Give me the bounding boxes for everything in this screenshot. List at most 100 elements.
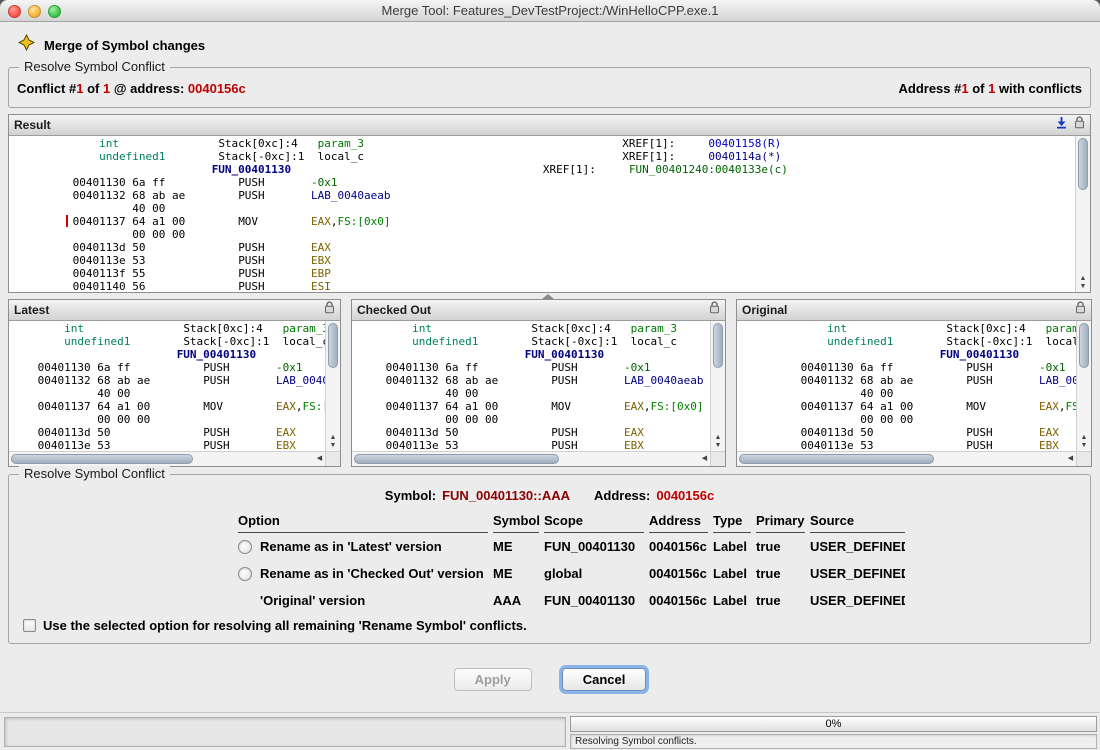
listing-token: [571, 400, 624, 413]
panel-latest: Latest int Stack[0xc]:4 param_3 XREF[1]:…: [8, 299, 341, 467]
listing-line: 0040113e 53 PUSH EBX: [9, 439, 325, 451]
conflict-option-row: 'Original' versionAAAFUN_004011300040156…: [238, 587, 905, 614]
vertical-scrollbar[interactable]: ▲▼: [1076, 321, 1091, 451]
listing-token: [478, 361, 551, 374]
conflict-table-body: Rename as in 'Latest' versionMEFUN_00401…: [238, 533, 905, 614]
listing-token: [993, 361, 1039, 374]
listing-token: FUN_00401130: [212, 163, 291, 176]
listing-line: 00401132 68 ab ae PUSH LAB_0040aeab: [741, 374, 1076, 387]
listing-token: [165, 150, 218, 163]
status-message: Resolving Symbol conflicts.: [570, 734, 1097, 749]
listing-token: [741, 322, 827, 335]
listing-token: [13, 202, 132, 215]
listing-token: 00401158(R): [708, 137, 781, 150]
scrollbar-thumb[interactable]: [354, 454, 559, 464]
scrollbar-arrows[interactable]: ▲▼: [1077, 434, 1091, 450]
listing-token: -0x1: [1039, 361, 1066, 374]
listing-token: ESI: [311, 280, 331, 292]
column-header-scope: Scope: [544, 513, 644, 533]
listing-token: Stack[-0xc]:1: [218, 150, 317, 163]
go-to-bottom-icon[interactable]: [1055, 116, 1068, 134]
lock-icon[interactable]: [324, 301, 335, 319]
listing-token: [352, 439, 386, 451]
vertical-scrollbar[interactable]: ▲▼: [710, 321, 725, 451]
option-radio-0[interactable]: [238, 540, 252, 554]
cell-source: USER_DEFINED: [810, 539, 905, 554]
listing-token: 00401137 64 a1 00: [386, 400, 499, 413]
listing-line: 00401132 68 ab ae PUSH LAB_0040aeab: [13, 189, 1075, 202]
listing-line: int Stack[0xc]:4 param_3 XREF[1]: 004011…: [13, 137, 1075, 150]
listing-token: [13, 137, 99, 150]
listing-token: 40 00: [445, 387, 478, 400]
apply-button[interactable]: Apply: [454, 668, 532, 691]
option-label: 'Original' version: [260, 593, 365, 608]
listing-line: 00401137 64 a1 00 MOV EAX,FS:[0x0]: [13, 215, 1075, 228]
listing-token: 40 00: [97, 387, 130, 400]
progress-bar: 0%: [570, 716, 1097, 732]
scrollbar-thumb[interactable]: [11, 454, 193, 464]
listing-line: 0040113f 55 PUSH EBP: [13, 267, 1075, 280]
conflict-header-groupbox: Resolve Symbol Conflict Conflict #1 of 1…: [8, 67, 1091, 108]
listing-token: param_3: [631, 322, 677, 335]
cancel-button[interactable]: Cancel: [562, 668, 647, 691]
listing-token: 00401130 6a ff: [386, 361, 479, 374]
listing-token: -0x1: [276, 361, 303, 374]
checked-out-listing[interactable]: int Stack[0xc]:4 param_3 XREF[1]: 004011…: [352, 321, 710, 451]
column-header-source: Source: [810, 513, 905, 533]
original-panel-title: Original: [742, 303, 1075, 317]
scrollbar-thumb[interactable]: [713, 323, 723, 368]
listing-token: [13, 176, 73, 189]
vertical-scrollbar[interactable]: ▲▼: [325, 321, 340, 451]
merge-icon: [18, 34, 35, 56]
vertical-scrollbar[interactable]: ▲▼: [1075, 136, 1090, 292]
listing-token: 00401137 64 a1 00: [38, 400, 151, 413]
lock-icon[interactable]: [709, 301, 720, 319]
symbol-label: Symbol:: [385, 488, 436, 503]
listing-token: [145, 254, 238, 267]
listing-token: [364, 137, 622, 150]
listing-token: [230, 439, 276, 451]
original-listing[interactable]: int Stack[0xc]:4 param_3 XREF[1]: 004011…: [737, 321, 1076, 451]
horizontal-scrollbar[interactable]: ◀▶: [737, 451, 1091, 466]
listing-token: [741, 413, 860, 426]
titlebar[interactable]: Merge Tool: Features_DevTestProject:/Win…: [0, 0, 1100, 22]
listing-token: Stack[-0xc]:1: [531, 335, 630, 348]
scrollbar-arrows[interactable]: ▲▼: [326, 434, 340, 450]
scrollbar-thumb[interactable]: [1079, 323, 1089, 368]
scrollbar-arrows[interactable]: ▲▼: [711, 434, 725, 450]
scrollbar-thumb[interactable]: [739, 454, 934, 464]
listing-token: [741, 348, 940, 361]
listing-token: [185, 215, 238, 228]
listing-token: [498, 400, 551, 413]
result-listing[interactable]: int Stack[0xc]:4 param_3 XREF[1]: 004011…: [9, 136, 1075, 292]
listing-token: [432, 322, 531, 335]
listing-token: [578, 426, 624, 439]
option-label: Rename as in 'Checked Out' version: [260, 566, 484, 581]
listing-token: PUSH: [238, 267, 265, 280]
listing-token: [9, 348, 177, 361]
listing-token: PUSH: [966, 439, 993, 451]
address-value: 0040156c: [656, 488, 714, 503]
listing-token: PUSH: [966, 374, 993, 387]
latest-listing[interactable]: int Stack[0xc]:4 param_3 XREF[1]: 004011…: [9, 321, 325, 451]
cell-address: 0040156c: [649, 593, 708, 608]
listing-token: [119, 137, 218, 150]
lock-icon[interactable]: [1075, 301, 1086, 319]
horizontal-scrollbar[interactable]: ◀▶: [9, 451, 340, 466]
listing-token: [265, 280, 311, 292]
apply-to-all-checkbox[interactable]: [23, 619, 36, 632]
listing-token: int: [412, 322, 432, 335]
listing-token: [873, 439, 966, 451]
scrollbar-thumb[interactable]: [328, 323, 338, 368]
listing-token: [13, 241, 73, 254]
splitter-handle[interactable]: [542, 294, 554, 299]
lock-icon[interactable]: [1074, 116, 1085, 134]
status-left-panel: [4, 717, 566, 747]
listing-line: 40 00: [741, 387, 1076, 400]
horizontal-scrollbar[interactable]: ◀▶: [352, 451, 725, 466]
listing-token: [873, 426, 966, 439]
option-radio-1[interactable]: [238, 567, 252, 581]
scrollbar-thumb[interactable]: [1078, 138, 1088, 190]
scrollbar-arrows[interactable]: ▲▼: [1076, 275, 1090, 291]
text-segment: Address #: [898, 81, 961, 96]
